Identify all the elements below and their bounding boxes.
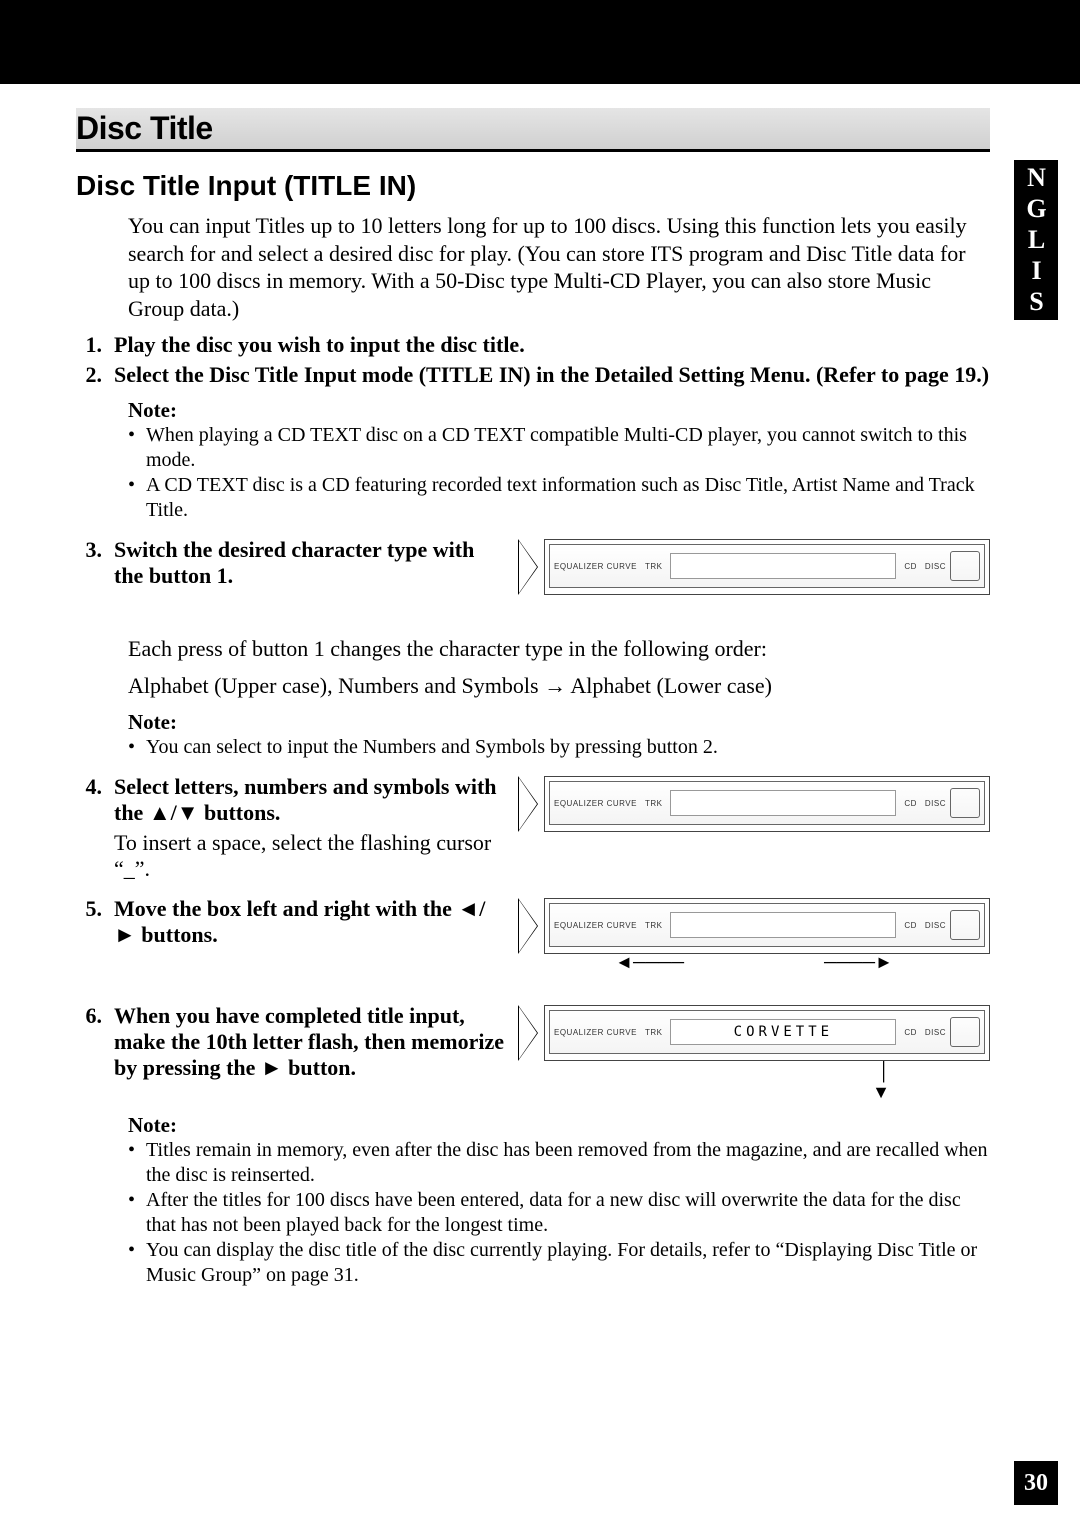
step-number: 3. (76, 537, 102, 589)
section-header: Disc Title (76, 108, 990, 152)
step-6-text: When you have completed title input, mak… (114, 1003, 506, 1081)
trk-label: TRK (641, 562, 667, 571)
step-number: 1. (76, 332, 102, 358)
device-display: CORVETTE (670, 1019, 896, 1045)
note-label: Note: (128, 398, 990, 423)
note-label: Note: (128, 1113, 990, 1138)
trk-label: TRK (641, 921, 667, 930)
note-text: Titles remain in memory, even after the … (146, 1138, 990, 1188)
down-arrow-icon: │▼ (518, 1061, 990, 1103)
step-6-row: 6. When you have completed title input, … (76, 1003, 990, 1103)
trk-label: TRK (641, 1028, 667, 1037)
step-3-followup-2: Alphabet (Upper case), Numbers and Symbo… (128, 672, 990, 701)
device-display (670, 553, 896, 579)
pointer-icon (518, 898, 538, 954)
step-5-row: 5. Move the box left and right with the … (76, 896, 990, 973)
device-knob (950, 551, 980, 581)
step-number: 2. (76, 362, 102, 388)
step-3-row: 3. Switch the desired character type wit… (76, 537, 990, 595)
cd-label: CD (900, 562, 921, 571)
left-right-arrows-icon: ◄────────► (518, 952, 990, 973)
pointer-icon (518, 776, 538, 832)
note-item: •When playing a CD TEXT disc on a CD TEX… (128, 423, 990, 473)
note-item: •You can select to input the Numbers and… (128, 735, 990, 760)
note-list-2: •You can select to input the Numbers and… (128, 735, 990, 760)
eq-label: EQUALIZER CURVE (550, 921, 641, 930)
step-number: 5. (76, 896, 102, 948)
pointer-icon (518, 539, 538, 595)
note-text: A CD TEXT disc is a CD featuring recorde… (146, 473, 990, 523)
disc-label: DISC (921, 921, 950, 930)
device-illustration-6: EQUALIZER CURVE TRK CORVETTE CD DISC │▼ (518, 1003, 990, 1103)
step-text: Play the disc you wish to input the disc… (114, 332, 990, 358)
note-list-3: •Titles remain in memory, even after the… (128, 1138, 990, 1288)
pointer-icon (518, 1005, 538, 1061)
eq-label: EQUALIZER CURVE (550, 562, 641, 571)
step-5-text: Move the box left and right with the ◄/►… (114, 896, 506, 948)
top-black-bar (0, 0, 1080, 84)
note-text: When playing a CD TEXT disc on a CD TEXT… (146, 423, 990, 473)
device-knob (950, 910, 980, 940)
step-number: 4. (76, 774, 102, 882)
cd-label: CD (900, 921, 921, 930)
step-3-followup-1: Each press of button 1 changes the chara… (128, 635, 990, 664)
device-knob (950, 1017, 980, 1047)
step-1: 1. Play the disc you wish to input the d… (76, 332, 990, 358)
trk-label: TRK (641, 799, 667, 808)
note-label: Note: (128, 710, 990, 735)
language-tab: ENGLISH (1014, 160, 1058, 320)
step-number: 6. (76, 1003, 102, 1081)
step-text: Select the Disc Title Input mode (TITLE … (114, 362, 990, 388)
note-item: •You can display the disc title of the d… (128, 1238, 990, 1288)
intro-paragraph: You can input Titles up to 10 letters lo… (128, 212, 990, 322)
device-illustration-4: EQUALIZER CURVE TRK CD DISC (518, 774, 990, 832)
note-item: •After the titles for 100 discs have bee… (128, 1188, 990, 1238)
device-illustration-5: EQUALIZER CURVE TRK CD DISC ◄────────► (518, 896, 990, 973)
note-text: You can display the disc title of the di… (146, 1238, 990, 1288)
disc-label: DISC (921, 562, 950, 571)
page-content: Disc Title Disc Title Input (TITLE IN) Y… (0, 84, 1080, 1288)
step-4-subtext: To insert a space, select the flashing c… (114, 830, 506, 882)
step-2: 2. Select the Disc Title Input mode (TIT… (76, 362, 990, 388)
eq-label: EQUALIZER CURVE (550, 1028, 641, 1037)
cd-label: CD (900, 1028, 921, 1037)
cd-label: CD (900, 799, 921, 808)
disc-label: DISC (921, 799, 950, 808)
device-display (670, 790, 896, 816)
note-text: You can select to input the Numbers and … (146, 735, 718, 760)
note-text: After the titles for 100 discs have been… (146, 1188, 990, 1238)
step-3-text: Switch the desired character type with t… (114, 537, 506, 589)
note-list-1: •When playing a CD TEXT disc on a CD TEX… (128, 423, 990, 523)
note-item: •Titles remain in memory, even after the… (128, 1138, 990, 1188)
step-list: 1. Play the disc you wish to input the d… (76, 332, 990, 388)
step-4-text: Select letters, numbers and symbols with… (114, 774, 506, 826)
disc-label: DISC (921, 1028, 950, 1037)
device-knob (950, 788, 980, 818)
subsection-title: Disc Title Input (TITLE IN) (76, 170, 990, 202)
device-illustration-3: EQUALIZER CURVE TRK CD DISC (518, 537, 990, 595)
eq-label: EQUALIZER CURVE (550, 799, 641, 808)
page-number: 30 (1014, 1461, 1058, 1505)
device-display (670, 912, 896, 938)
step-4-row: 4. Select letters, numbers and symbols w… (76, 774, 990, 882)
note-item: •A CD TEXT disc is a CD featuring record… (128, 473, 990, 523)
